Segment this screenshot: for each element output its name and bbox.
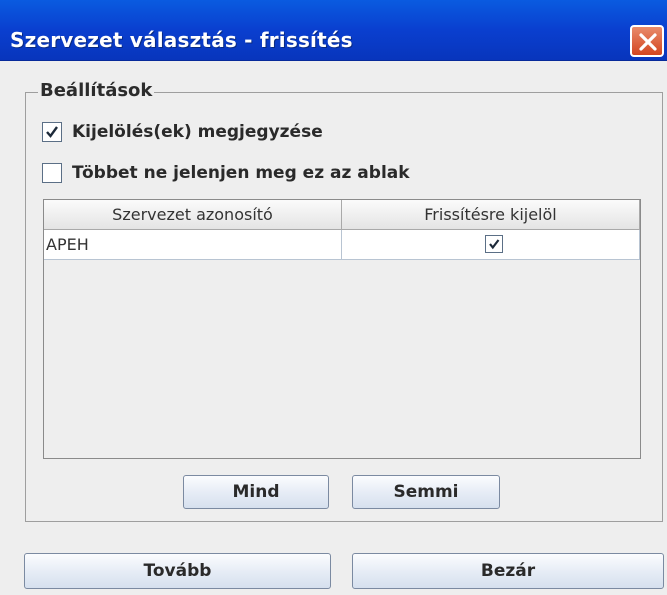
do-not-show-again-checkbox[interactable] — [42, 163, 62, 183]
do-not-show-again-option[interactable]: Többet ne jelenjen meg ez az ablak — [42, 161, 410, 185]
refresh-select-cell[interactable] — [342, 230, 640, 260]
select-all-button[interactable]: Mind — [183, 475, 329, 509]
select-none-button[interactable]: Semmi — [352, 475, 500, 509]
remember-selection-option[interactable]: Kijelölés(ek) megjegyzése — [42, 120, 323, 144]
checkmark-icon — [489, 239, 500, 250]
next-button[interactable]: Tovább — [24, 553, 331, 589]
close-window-button[interactable] — [630, 25, 664, 57]
title-bar[interactable]: Szervezet választás - frissítés — [0, 0, 667, 61]
remember-selection-checkbox[interactable] — [42, 122, 62, 142]
organization-id-cell[interactable]: APEH — [44, 230, 342, 260]
checkmark-icon — [46, 126, 58, 138]
settings-group-title: Beállítások — [38, 80, 155, 101]
close-icon — [639, 33, 657, 51]
do-not-show-again-label: Többet ne jelenjen meg ez az ablak — [72, 163, 410, 183]
organization-table[interactable]: Szervezet azonosító Frissítésre kijelöl … — [43, 199, 641, 459]
table-header: Szervezet azonosító Frissítésre kijelöl — [44, 200, 640, 230]
table-row[interactable]: APEH — [44, 230, 640, 260]
column-header-refresh-select[interactable]: Frissítésre kijelöl — [342, 200, 640, 230]
remember-selection-label: Kijelölés(ek) megjegyzése — [72, 122, 323, 142]
dialog-window: Szervezet választás - frissítés Beállítá… — [0, 0, 667, 595]
column-header-organization-id[interactable]: Szervezet azonosító — [44, 200, 342, 230]
refresh-select-checkbox[interactable] — [485, 235, 503, 253]
close-button[interactable]: Bezár — [352, 553, 664, 589]
window-title: Szervezet választás - frissítés — [10, 28, 353, 52]
